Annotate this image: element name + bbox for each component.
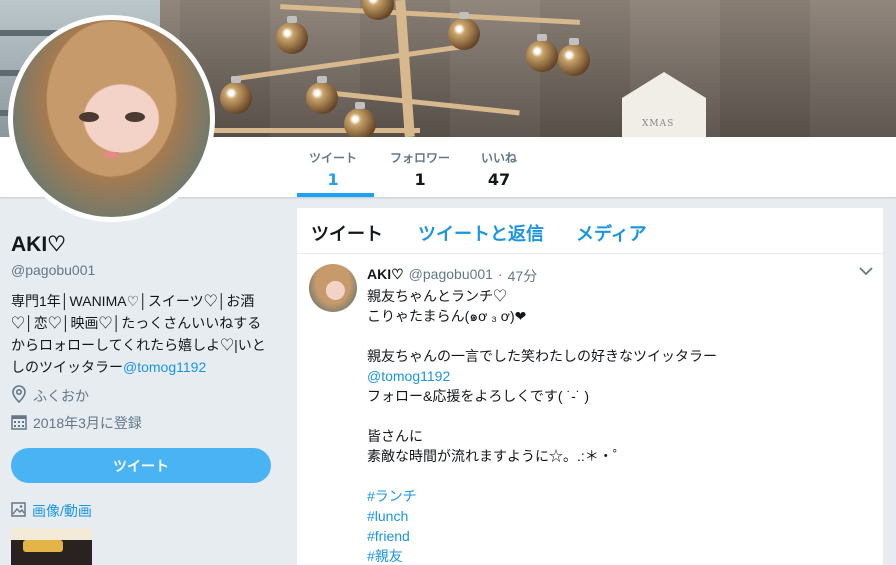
tweet-link[interactable]: #ランチ — [367, 486, 867, 506]
ornament — [344, 102, 376, 137]
profile-handle[interactable]: @pagobu001 — [11, 262, 95, 278]
tab-media[interactable]: メディア — [576, 220, 647, 246]
stat-label: フォロワー — [390, 151, 451, 165]
timeline-tabs: ツイート ツイートと返信 メディア — [297, 208, 883, 254]
tweet-link[interactable]: #lunch — [367, 506, 867, 526]
tweet-line: 親友ちゃんとランチ♡ — [367, 288, 507, 304]
ornament — [276, 16, 308, 54]
tweet-separator: · — [497, 266, 503, 282]
tweet-line — [367, 406, 867, 426]
active-tab-indicator — [297, 193, 374, 197]
stat-value: 47 — [487, 170, 511, 189]
tweet-line: 親友ちゃんの一言でした笑わたしの好きなツイッタラー — [367, 348, 717, 364]
ornament — [448, 12, 480, 50]
ornament — [526, 34, 558, 72]
stat-label: ツイート — [309, 151, 358, 165]
location-text: ふくおか — [33, 387, 89, 404]
ornament — [558, 38, 590, 76]
tweet-button[interactable]: ツイート — [11, 448, 271, 483]
profile-name: AKI♡ — [11, 233, 66, 256]
tweet-line: こりゃたまらん(๑ơ ₃ ơ)❤ — [367, 308, 527, 324]
tweet-link[interactable]: @tomog1192 — [367, 366, 867, 386]
tweet-line — [367, 326, 867, 346]
joined-text: 2018年3月に登録 — [33, 415, 142, 431]
stat-tweets[interactable]: ツイート 1 — [309, 149, 357, 189]
bio-mention-link[interactable]: @tomog1192 — [123, 359, 206, 375]
tweet-author-handle[interactable]: @pagobu001 — [409, 266, 493, 286]
chevron-down-icon[interactable] — [859, 264, 873, 280]
stat-followers[interactable]: フォロワー 1 — [390, 149, 450, 189]
tweet-time[interactable]: 47分 — [508, 266, 538, 286]
profile-location: ふくおか — [11, 385, 89, 406]
tweet-header: AKI♡ @pagobu001 · 47分 — [367, 266, 537, 286]
tweet-line: フォロー&応援をよろしくです( ˙-˙ ) — [367, 388, 590, 404]
media-link-label: 画像/動画 — [32, 503, 92, 519]
stat-value: 1 — [327, 170, 339, 189]
profile-avatar[interactable] — [8, 15, 215, 222]
tweet-text: 親友ちゃんとランチ♡ こりゃたまらん(๑ơ ₃ ơ)❤ 親友ちゃんの一言でした笑わた… — [367, 286, 867, 565]
tweet-link[interactable]: #親友 — [367, 546, 867, 565]
image-icon — [11, 502, 26, 520]
profile-joined: 2018年3月に登録 — [11, 413, 142, 433]
calendar-icon — [11, 414, 27, 433]
profile-bio: 専門1年│WANIMA♡│スイーツ♡│お酒♡│恋♡│映画♡│たっくさんいいねする… — [11, 290, 273, 378]
media-link[interactable]: 画像/動画 — [11, 501, 92, 521]
tab-tweets[interactable]: ツイート — [311, 220, 383, 246]
timeline: ツイート ツイートと返信 メディア AKI♡ @pagobu001 · 47分 … — [297, 208, 883, 565]
media-thumbnail[interactable] — [11, 528, 92, 565]
tweet-link[interactable]: #friend — [367, 526, 867, 546]
tweet-line — [367, 466, 867, 486]
ornament — [306, 76, 338, 114]
tweet-line: 皆さんに — [367, 428, 423, 444]
tab-tweets-replies[interactable]: ツイートと返信 — [418, 220, 544, 246]
stat-likes[interactable]: いいね 47 — [481, 149, 517, 189]
tweet-avatar[interactable] — [309, 264, 357, 312]
ornament — [220, 76, 252, 114]
stat-value: 1 — [414, 170, 426, 189]
tweet-line: 素敵な時間が流れますように☆。.:＊・゜ — [367, 448, 627, 464]
tweet-author-name[interactable]: AKI♡ — [367, 266, 404, 286]
stat-label: いいね — [481, 151, 518, 165]
location-icon — [11, 385, 27, 406]
